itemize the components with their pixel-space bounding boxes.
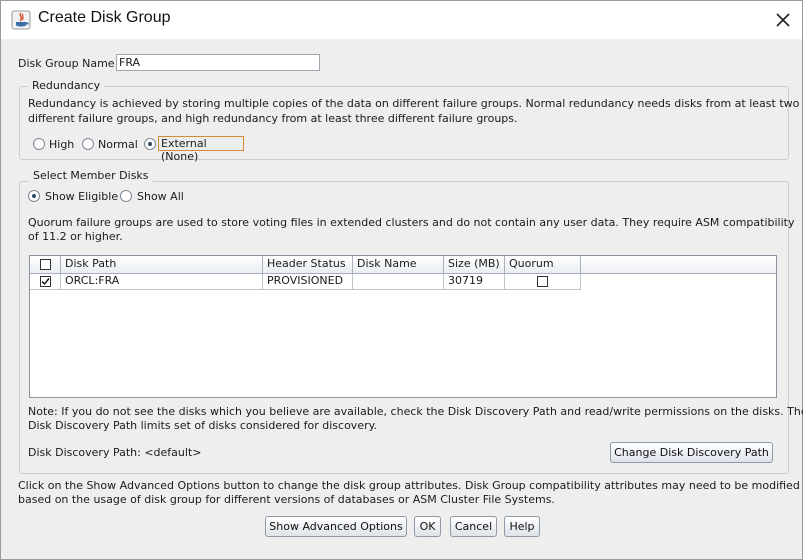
advanced-options-info: Click on the Show Advanced Options butto… xyxy=(18,479,800,492)
member-disks-table[interactable]: Disk Path Header Status Disk Name Size (… xyxy=(29,255,777,398)
select-all-column-header[interactable] xyxy=(30,256,61,274)
advanced-options-info: based on the usage of disk group for dif… xyxy=(18,493,555,506)
close-icon[interactable] xyxy=(771,8,795,32)
column-header-disk-path[interactable]: Disk Path xyxy=(61,256,263,274)
discovery-note: Note: If you do not see the disks which … xyxy=(28,405,803,418)
column-header-header-status[interactable]: Header Status xyxy=(263,256,353,274)
ok-button[interactable]: OK xyxy=(414,516,441,537)
show-all-label[interactable]: Show All xyxy=(137,190,184,203)
create-disk-group-dialog: Create Disk Group Disk Group Name FRA Re… xyxy=(0,0,803,560)
checkmark-icon xyxy=(41,278,50,286)
select-all-checkbox[interactable] xyxy=(40,259,51,270)
title-bar: Create Disk Group xyxy=(1,1,802,39)
quorum-note: Quorum failure groups are used to store … xyxy=(28,216,795,229)
column-header-quorum[interactable]: Quorum xyxy=(505,256,581,274)
change-disk-discovery-path-button[interactable]: Change Disk Discovery Path xyxy=(610,442,773,463)
help-button[interactable]: Help xyxy=(504,516,540,537)
redundancy-description: Redundancy is achieved by storing multip… xyxy=(28,97,800,110)
show-eligible-radio[interactable] xyxy=(28,190,40,202)
redundancy-description: different failure groups, and high redun… xyxy=(28,112,518,125)
show-eligible-label[interactable]: Show Eligible xyxy=(45,190,118,203)
discovery-note: Disk Discovery Path limits set of disks … xyxy=(28,419,378,432)
disk-group-name-label: Disk Group Name xyxy=(18,57,115,70)
row-select-cell[interactable] xyxy=(30,274,61,290)
redundancy-external-label[interactable]: External (None) xyxy=(158,136,244,163)
column-header-disk-name[interactable]: Disk Name xyxy=(353,256,444,274)
dialog-content: Disk Group Name FRA Redundancy Redundanc… xyxy=(1,39,803,559)
redundancy-normal-label[interactable]: Normal xyxy=(98,138,138,151)
redundancy-external-radio[interactable] xyxy=(144,138,156,150)
quorum-checkbox[interactable] xyxy=(537,276,548,287)
table-cell-size: 30719 xyxy=(444,274,505,290)
disk-group-name-input[interactable]: FRA xyxy=(116,54,320,71)
redundancy-high-label[interactable]: High xyxy=(49,138,74,151)
show-all-radio[interactable] xyxy=(120,190,132,202)
disk-discovery-path-label: Disk Discovery Path: <default> xyxy=(28,446,202,459)
window-title: Create Disk Group xyxy=(38,9,171,26)
row-select-checkbox[interactable] xyxy=(40,276,51,287)
redundancy-normal-radio[interactable] xyxy=(82,138,94,150)
redundancy-high-radio[interactable] xyxy=(33,138,45,150)
column-header-size[interactable]: Size (MB) xyxy=(444,256,505,274)
quorum-note: of 11.2 or higher. xyxy=(28,230,123,243)
redundancy-legend: Redundancy xyxy=(28,79,105,92)
table-cell-disk-name[interactable] xyxy=(353,274,444,290)
show-advanced-options-button[interactable]: Show Advanced Options xyxy=(265,516,407,537)
member-disks-legend: Select Member Disks xyxy=(29,169,153,182)
table-cell-disk-path: ORCL:FRA xyxy=(61,274,263,290)
table-cell-header-status: PROVISIONED xyxy=(263,274,353,290)
cancel-button[interactable]: Cancel xyxy=(450,516,497,537)
table-cell-quorum[interactable] xyxy=(505,274,581,290)
java-app-icon xyxy=(11,10,31,30)
